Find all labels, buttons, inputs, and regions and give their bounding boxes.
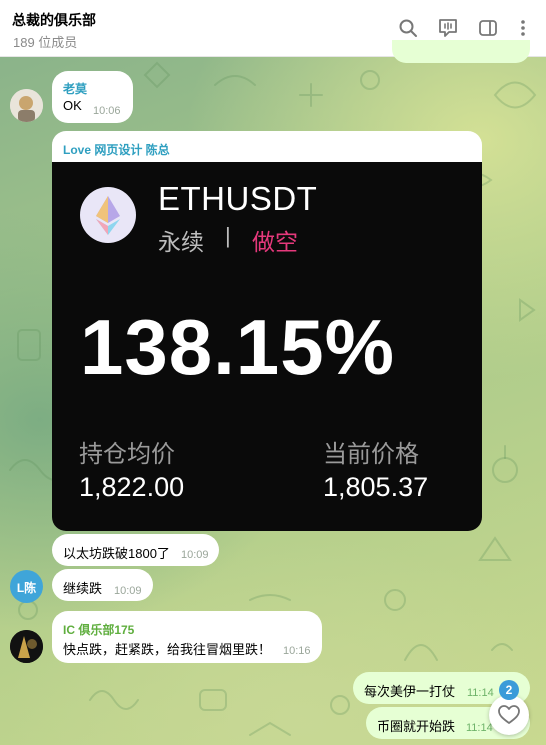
sidebar-toggle-icon[interactable]	[477, 17, 499, 39]
message-text: 每次美伊一打仗	[364, 684, 456, 699]
message-time: 11:14	[466, 722, 493, 734]
message-time: 10:16	[283, 645, 311, 657]
contract-separator: |	[225, 223, 231, 248]
message-bubble[interactable]: 以太坊跌破1800了 10:09	[52, 534, 219, 566]
sender-name[interactable]: IC 俱乐部175	[63, 621, 134, 638]
reactions-button[interactable]	[489, 695, 529, 735]
message-bubble[interactable]: 老莫 OK 10:06	[52, 71, 133, 123]
message-text: 以太坊跌破1800了	[63, 546, 170, 561]
chat-title[interactable]: 总裁的俱乐部	[12, 10, 96, 30]
video-chat-icon[interactable]	[437, 17, 459, 39]
heart-icon	[498, 705, 520, 724]
trade-symbol: ETHUSDT	[158, 180, 318, 217]
avatar[interactable]: L陈	[10, 570, 43, 603]
ethereum-icon	[80, 187, 136, 243]
member-count: 189 位成员	[13, 35, 78, 50]
more-vertical-icon[interactable]	[512, 17, 534, 39]
reaction-count-badge[interactable]: 2	[499, 680, 519, 700]
pnl-percent: 138.15%	[80, 303, 395, 391]
outgoing-bubble-partial[interactable]	[392, 40, 530, 63]
message-bubble[interactable]: IC 俱乐部175 快点跌，赶紧跌，给我往冒烟里跌！ 10:16	[52, 611, 322, 663]
message-time: 11:14	[467, 687, 494, 699]
position-side: 做空	[252, 229, 298, 255]
mark-price-value: 1,805.37	[323, 472, 429, 502]
sender-name[interactable]: Love 网页设计 陈总	[63, 141, 170, 158]
avatar[interactable]	[10, 89, 43, 122]
message-text: 币圈就开始跌	[377, 719, 456, 734]
message-time: 10:06	[93, 105, 121, 117]
search-icon[interactable]	[397, 17, 419, 39]
entry-price-label: 持仓均价	[79, 441, 175, 468]
message-text: 快点跌，赶紧跌，给我往冒烟里跌！	[63, 642, 272, 657]
mark-price-label: 当前价格	[323, 441, 419, 468]
message-time: 10:09	[181, 549, 209, 561]
contract-type: 永续	[158, 229, 204, 255]
sender-name[interactable]: 老莫	[63, 80, 87, 97]
message-time: 10:09	[114, 585, 142, 597]
trade-card-image[interactable]: ETHUSDT 永续 | 做空 138.15% 持仓均价 当前价格 1,822.…	[52, 162, 482, 531]
message-text: 继续跌	[63, 581, 103, 596]
avatar-initials: L陈	[16, 581, 37, 595]
entry-price-value: 1,822.00	[79, 472, 185, 502]
message-text: OK	[63, 98, 82, 113]
message-bubble[interactable]: 继续跌 10:09	[52, 569, 153, 601]
avatar[interactable]	[10, 630, 43, 663]
